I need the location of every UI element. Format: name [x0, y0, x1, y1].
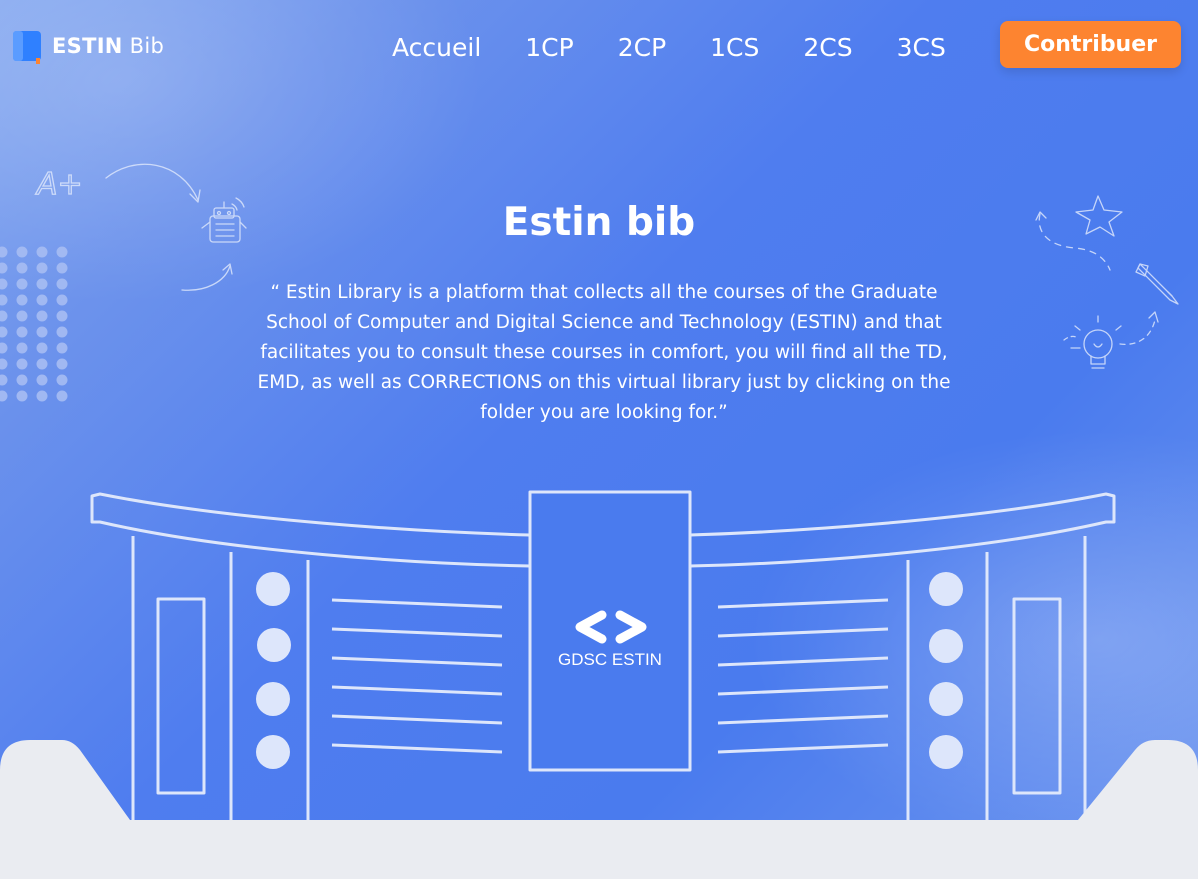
decor-dot	[16, 390, 28, 402]
slats-right	[717, 598, 889, 754]
decor-dot	[36, 374, 48, 386]
decor-dot	[36, 326, 48, 338]
curved-arrow	[105, 163, 199, 201]
decor-dot	[16, 262, 28, 274]
decor-dot	[56, 246, 68, 258]
decor-dot	[0, 310, 8, 322]
hero-title: Estin bib	[502, 200, 696, 245]
decor-dot	[36, 246, 48, 258]
decor-dot	[56, 262, 68, 274]
decor-dot	[0, 358, 8, 370]
a-plus-doodle: A+	[35, 167, 83, 202]
decor-dot	[56, 390, 68, 402]
decor-dot	[16, 326, 28, 338]
roof-right	[688, 492, 1116, 568]
ground	[0, 740, 1198, 879]
decor-dot	[56, 278, 68, 290]
decor-dot	[36, 294, 48, 306]
decor-dot	[36, 278, 48, 290]
decor-dot	[16, 374, 28, 386]
lightbulb-icon	[1070, 315, 1122, 369]
decor-dot	[0, 262, 8, 274]
decor-dot	[16, 358, 28, 370]
decor-dot	[36, 390, 48, 402]
roof-left	[90, 492, 532, 568]
decor-dot	[56, 294, 68, 306]
decor-dot	[0, 374, 8, 386]
decor-dot	[16, 294, 28, 306]
decor-dot	[36, 342, 48, 354]
decor-dot	[0, 278, 8, 290]
decor-dot	[56, 310, 68, 322]
decor-dot	[56, 326, 68, 338]
decor-dot	[0, 342, 8, 354]
decor-dot	[16, 310, 28, 322]
decor-dot	[36, 262, 48, 274]
decor-dot	[0, 390, 8, 402]
decor-dot	[16, 246, 28, 258]
decor-dot	[36, 310, 48, 322]
decor-dot	[0, 294, 8, 306]
decor-dot	[56, 358, 68, 370]
decor-dot	[16, 278, 28, 290]
decor-dot	[56, 342, 68, 354]
gdsc-sign: GDSC ESTIN	[558, 650, 662, 669]
slats-left	[331, 598, 503, 754]
center-tower	[528, 490, 692, 772]
pencil-icon	[1135, 263, 1179, 305]
decor-dot	[56, 374, 68, 386]
decor-dot	[36, 358, 48, 370]
hero-description: “ Estin Library is a platform that colle…	[257, 282, 951, 423]
dot-grid	[0, 246, 68, 402]
decor-dot	[0, 326, 8, 338]
decor-dot	[16, 342, 28, 354]
decor-dot	[0, 246, 8, 258]
